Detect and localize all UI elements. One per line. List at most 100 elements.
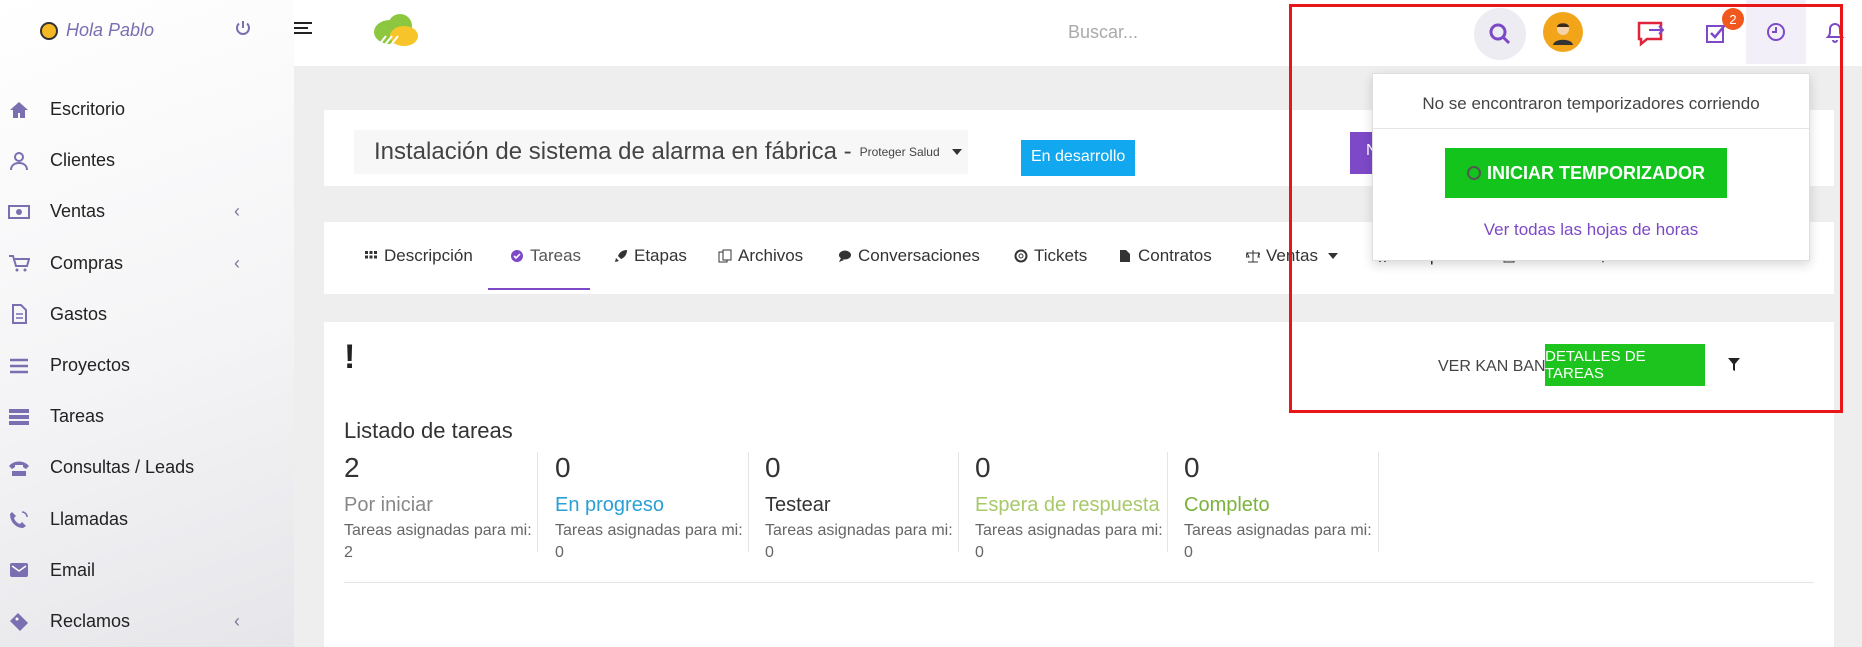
chevron-left-icon[interactable]: ‹ [234, 611, 240, 632]
no-timers-message: No se encontraron temporizadores corrien… [1422, 94, 1760, 113]
files-icon [718, 249, 732, 263]
balance-scale-icon [1246, 250, 1260, 263]
sidebar-item-tareas[interactable]: Tareas [0, 391, 294, 442]
stat-assigned: 2 [344, 544, 353, 561]
stat-count: 2 [344, 452, 360, 483]
menu-toggle-icon[interactable] [294, 22, 312, 37]
sidebar-item-label: Reclamos [50, 610, 131, 631]
filter-icon[interactable] [1728, 358, 1740, 372]
divider [1167, 452, 1168, 552]
file-icon [1120, 250, 1130, 262]
stat-label: Espera de respuesta [975, 494, 1160, 516]
sidebar-item-gastos[interactable]: Gastos [0, 289, 294, 340]
project-client: Proteger Salud [859, 145, 940, 159]
sidebar-item-label: Ventas [50, 201, 106, 222]
tab-descripcion[interactable]: Descripción [364, 246, 473, 266]
start-timer-button[interactable]: INICIAR TEMPORIZADOR [1445, 148, 1727, 198]
stat-sub-label: Tareas asignadas para mi: [344, 522, 532, 539]
stat-label: Completo [1184, 494, 1270, 516]
tab-etapas[interactable]: Etapas [614, 246, 687, 266]
bell-icon[interactable] [1824, 20, 1846, 44]
timer-dropdown: No se encontraron temporizadores corrien… [1372, 73, 1810, 261]
home-icon [10, 101, 28, 118]
caret-down-icon [951, 149, 962, 155]
start-timer-label: INICIAR TEMPORIZADOR [1487, 162, 1705, 183]
divider [1378, 452, 1379, 552]
stat-assigned: 0 [555, 544, 564, 561]
stat-en-progreso: 0 En progreso Tareas asignadas para mi: … [555, 452, 765, 572]
stat-assigned: 0 [1184, 544, 1193, 561]
sidebar-item-email[interactable]: Email [0, 545, 294, 596]
tab-ventas[interactable]: Ventas [1246, 246, 1338, 266]
stat-label: En progreso [555, 494, 664, 516]
stat-count: 0 [1184, 452, 1200, 483]
chevron-left-icon[interactable]: ‹ [234, 201, 240, 222]
project-select[interactable]: Instalación de sistema de alarma en fábr… [354, 130, 968, 174]
sidebar-item-consultas-leads[interactable]: Consultas / Leads [0, 442, 294, 493]
stat-sub-label: Tareas asignadas para mi: [555, 522, 743, 539]
stat-espera-respuesta: 0 Espera de respuesta Tareas asignadas p… [975, 452, 1185, 572]
tab-tareas[interactable]: Tareas [510, 246, 581, 266]
tab-contratos[interactable]: Contratos [1118, 246, 1212, 266]
grid-icon [365, 251, 377, 259]
sidebar-item-escritorio[interactable]: Escritorio [0, 84, 294, 135]
timer-button[interactable] [1746, 0, 1806, 64]
task-details-button[interactable]: DETALLES DE TAREAS [1545, 344, 1705, 386]
chevron-left-icon[interactable]: ‹ [234, 253, 240, 274]
sidebar-item-proyectos[interactable]: Proyectos [0, 340, 294, 391]
stat-count: 0 [555, 452, 571, 483]
tasks-icon [9, 408, 29, 425]
caret-down-icon [1328, 253, 1338, 259]
tty-icon [9, 461, 29, 476]
sidebar-item-label: Gastos [50, 303, 108, 324]
app-logo [374, 14, 418, 47]
stat-count: 0 [765, 452, 781, 483]
divider [537, 452, 538, 552]
project-title: Instalación de sistema de alarma en fábr… [374, 138, 852, 165]
stat-sub-label: Tareas asignadas para mi: [975, 522, 1163, 539]
sidebar-item-compras[interactable]: Compras ‹ [0, 238, 294, 289]
greeting: Hola Pablo [40, 20, 154, 41]
sidebar-item-label: Clientes [50, 150, 116, 171]
status-badge: En desarrollo [1021, 140, 1136, 176]
sidebar-item-label: Escritorio [50, 99, 126, 120]
phone-volume-icon [10, 511, 28, 529]
sidebar-item-label: Proyectos [50, 355, 131, 376]
power-icon[interactable] [234, 19, 252, 37]
notification-badge: 2 [1722, 8, 1744, 30]
tab-label: Descripción [384, 246, 473, 265]
bars-icon [10, 358, 28, 373]
envelope-icon [10, 563, 28, 578]
sidebar-nav: Escritorio Clientes Ventas ‹ Compras ‹ G… [0, 84, 294, 647]
sidebar-item-reclamos[interactable]: Reclamos ‹ [0, 596, 294, 647]
avatar[interactable] [1543, 12, 1583, 52]
view-all-timesheets-link[interactable]: Ver todas las hojas de horas [1373, 220, 1809, 240]
rocket-icon [615, 250, 627, 262]
tab-label: Etapas [634, 246, 687, 265]
divider [344, 582, 1814, 583]
sidebar-item-ventas[interactable]: Ventas ‹ [0, 186, 294, 237]
sidebar-item-llamadas[interactable]: Llamadas [0, 494, 294, 545]
tab-archivos[interactable]: Archivos [718, 246, 803, 266]
search-button[interactable] [1474, 8, 1526, 60]
chat-icon[interactable] [1637, 20, 1667, 48]
tab-tickets[interactable]: Tickets [1014, 246, 1087, 266]
divider [1373, 128, 1809, 129]
divider [748, 452, 749, 552]
stat-count: 0 [975, 452, 991, 483]
stat-completo: 0 Completo Tareas asignadas para mi: 0 [1184, 452, 1394, 572]
lifering-icon [1014, 249, 1028, 263]
user-avatar-icon [1553, 23, 1573, 45]
tab-label: Ventas [1266, 246, 1318, 265]
kanban-link[interactable]: VER KAN BAN [1438, 358, 1546, 376]
search-icon [1489, 23, 1511, 45]
tab-label: Tareas [530, 246, 582, 265]
search-input[interactable]: Buscar... [1068, 22, 1138, 43]
tab-conversaciones[interactable]: Conversaciones [838, 246, 980, 266]
sidebar-item-label: Tareas [50, 406, 105, 427]
stat-testear: 0 Testear Tareas asignadas para mi: 0 [765, 452, 975, 572]
stat-label: Testear [765, 494, 831, 516]
topbar: Buscar... 2 [294, 0, 1862, 66]
sidebar-item-label: Llamadas [50, 508, 129, 529]
sidebar-item-clientes[interactable]: Clientes [0, 135, 294, 186]
